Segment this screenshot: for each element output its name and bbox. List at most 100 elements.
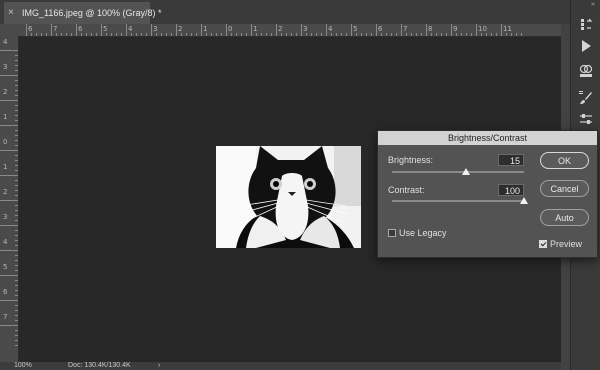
ruler-tick <box>15 120 18 121</box>
document-tab[interactable]: × IMG_1166.jpeg @ 100% (Gray/8) * <box>4 2 162 24</box>
play-action-icon[interactable] <box>578 38 594 54</box>
use-legacy-checkbox[interactable] <box>388 229 396 237</box>
ruler-tick <box>15 280 18 281</box>
ruler-tick <box>271 33 272 36</box>
collapse-panels-icon[interactable]: » <box>591 1 595 8</box>
ruler-tick <box>436 33 437 36</box>
ruler-tick <box>0 200 18 201</box>
ruler-tick <box>196 33 197 36</box>
ruler-tick <box>441 33 442 36</box>
ruler-tick <box>356 33 357 36</box>
ruler-tick <box>15 255 18 256</box>
ruler-tick <box>256 33 257 36</box>
history-icon[interactable] <box>578 17 594 33</box>
ruler-tick <box>186 33 187 36</box>
ruler-tick <box>176 24 177 36</box>
ruler-tick <box>15 285 18 286</box>
ruler-label: 1 <box>203 25 208 33</box>
ruler-tick <box>15 320 18 321</box>
ruler-tick <box>121 33 122 36</box>
ruler-tick <box>15 290 18 291</box>
ruler-tick <box>15 170 18 171</box>
ruler-tick <box>276 24 277 36</box>
brush-icon[interactable] <box>578 90 594 106</box>
ruler-tick <box>0 250 18 251</box>
ruler-label: 8 <box>428 25 433 33</box>
ruler-tick <box>156 33 157 36</box>
ruler-tick <box>116 33 117 36</box>
ruler-label: 4 <box>3 238 8 246</box>
preview-checkbox[interactable] <box>539 240 547 248</box>
ruler-tick <box>146 33 147 36</box>
ruler-tick <box>386 33 387 36</box>
ruler-tick <box>261 33 262 36</box>
ruler-tick <box>0 225 18 226</box>
brightness-slider-track[interactable] <box>392 171 524 173</box>
contrast-label: Contrast: <box>388 185 425 195</box>
ruler-tick <box>141 33 142 36</box>
ruler-tick <box>166 33 167 36</box>
ruler-tick <box>15 155 18 156</box>
contrast-value-field[interactable]: 100 <box>498 184 524 196</box>
ruler-tick <box>15 345 18 346</box>
ruler-tick <box>15 295 18 296</box>
ruler-tick <box>15 230 18 231</box>
contrast-slider-thumb[interactable] <box>520 197 528 204</box>
ruler-tick <box>0 75 18 76</box>
ruler-label: 1 <box>253 25 258 33</box>
use-legacy-label[interactable]: Use Legacy <box>399 228 447 238</box>
ruler-tick <box>521 33 522 36</box>
vertical-ruler[interactable]: 4 3 2 1 0 1 2 3 4 5 6 7 <box>0 36 19 362</box>
adjustments-icon[interactable] <box>578 111 594 127</box>
ruler-tick <box>366 33 367 36</box>
zoom-level[interactable]: 100% <box>14 362 32 370</box>
ruler-tick <box>0 175 18 176</box>
brightness-value-field[interactable]: 15 <box>498 154 524 166</box>
ruler-tick <box>15 160 18 161</box>
auto-button[interactable]: Auto <box>540 209 589 226</box>
ruler-tick <box>15 105 18 106</box>
ruler-label: 2 <box>3 88 8 96</box>
preview-label[interactable]: Preview <box>550 239 582 249</box>
ruler-tick <box>15 145 18 146</box>
contrast-slider-track[interactable] <box>392 200 524 202</box>
ruler-tick <box>15 190 18 191</box>
ruler-tick <box>41 33 42 36</box>
ruler-tick <box>446 33 447 36</box>
ruler-tick <box>236 33 237 36</box>
ruler-tick <box>26 24 27 36</box>
ruler-tick <box>96 33 97 36</box>
ruler-tick <box>161 33 162 36</box>
ruler-tick <box>466 33 467 36</box>
ruler-tick <box>15 135 18 136</box>
document-tab-bar: × IMG_1166.jpeg @ 100% (Gray/8) * <box>0 0 570 25</box>
ruler-label: 5 <box>103 25 108 33</box>
close-icon[interactable]: × <box>8 2 14 24</box>
ruler-tick <box>266 33 267 36</box>
ruler-tick <box>15 270 18 271</box>
ruler-tick <box>226 24 227 36</box>
ruler-tick <box>486 33 487 36</box>
ruler-tick <box>291 33 292 36</box>
ok-button[interactable]: OK <box>540 152 589 169</box>
horizontal-ruler[interactable]: 6 7 6 5 4 3 2 1 0 1 2 3 4 5 6 7 8 9 10 11 <box>18 24 561 37</box>
cancel-button[interactable]: Cancel <box>540 180 589 197</box>
ruler-tick <box>15 180 18 181</box>
ruler-tick <box>426 24 427 36</box>
ruler-tick <box>15 195 18 196</box>
ruler-tick <box>15 240 18 241</box>
ruler-tick <box>346 33 347 36</box>
ruler-tick <box>15 340 18 341</box>
status-menu-arrow[interactable]: › <box>158 362 160 370</box>
brightness-slider-thumb[interactable] <box>461 168 470 175</box>
channels-icon[interactable] <box>578 63 594 79</box>
ruler-tick <box>61 33 62 36</box>
ruler-tick <box>481 33 482 36</box>
ruler-tick <box>451 24 452 36</box>
ruler-tick <box>15 70 18 71</box>
ruler-tick <box>506 33 507 36</box>
ruler-tick <box>206 33 207 36</box>
ruler-tick <box>136 33 137 36</box>
ruler-tick <box>461 33 462 36</box>
dialog-title[interactable]: Brightness/Contrast <box>378 131 597 145</box>
